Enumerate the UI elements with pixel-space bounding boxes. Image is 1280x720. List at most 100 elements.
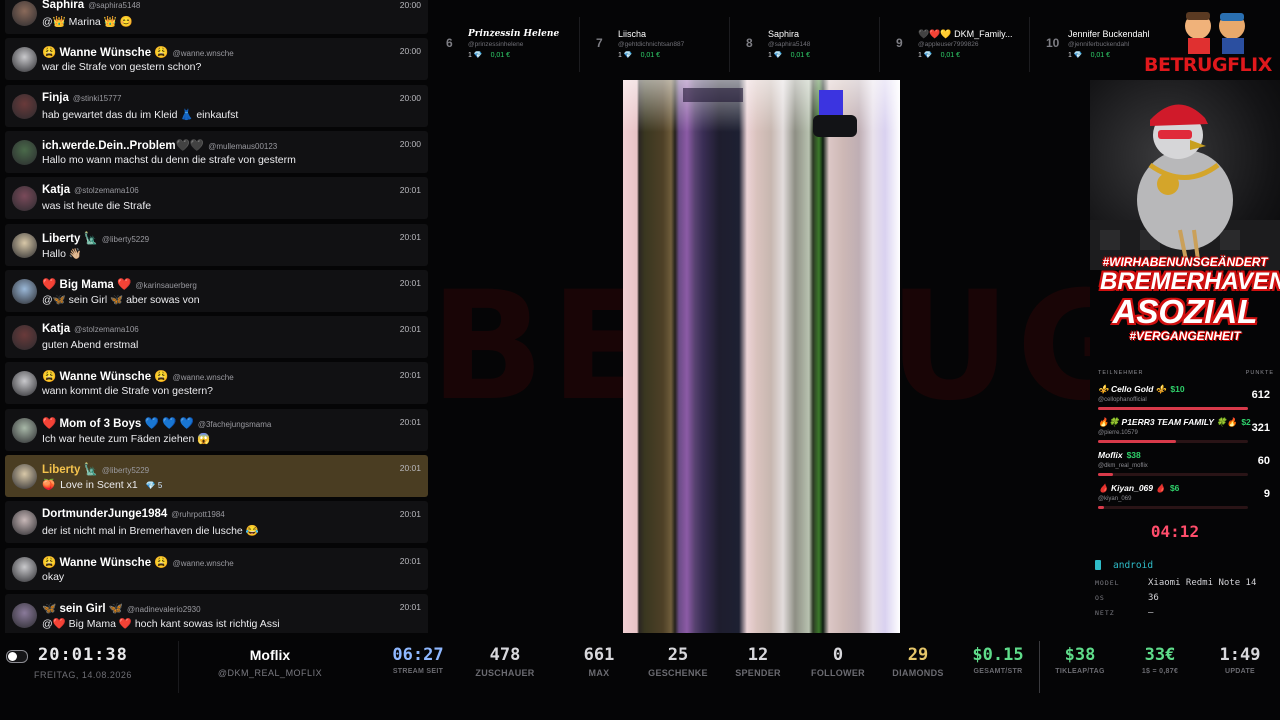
avatar xyxy=(12,464,37,489)
chat-timestamp: 20:01 xyxy=(399,509,421,520)
chat-text: war die Strafe von gestern schon? xyxy=(42,61,201,73)
stat-value: 12 xyxy=(747,645,769,665)
chat-text-body: Hallo mo wann machst du denn die strafe … xyxy=(42,153,296,166)
chat-text-body: was ist heute die Strafe xyxy=(42,200,152,213)
participant-usd: $38 xyxy=(1126,450,1141,460)
chat-message: Saphira @saphira5148 20:00 @👑 Marina 👑 😊 xyxy=(5,0,428,34)
chat-username: Katja @stolzemama106 xyxy=(42,323,139,335)
chat-text-body: okay xyxy=(42,570,65,583)
leaderboard-name: Jennifer Buckendahl xyxy=(1068,29,1150,39)
avatar xyxy=(12,139,37,165)
leaderboard-value: 1 💎 0,01 € xyxy=(1068,51,1110,59)
stat-label: GESAMT/STR xyxy=(973,668,1023,675)
participant-handle: @pierre.10579 xyxy=(1098,430,1138,436)
chat-username: DortmunderJunge1984 @ruhrpott1984 xyxy=(42,508,225,520)
participant-handle: @cellophanofficial xyxy=(1098,397,1147,403)
stream-video[interactable] xyxy=(623,80,900,633)
gift-amount: 0,01 € xyxy=(1090,52,1111,59)
leaderboard-entry: 9 🖤❤️💛 DKM_Family... @appleuser7999826 1 💎 0… xyxy=(886,17,1031,72)
video-glitch-block xyxy=(813,115,857,137)
chat-timestamp: 20:01 xyxy=(399,416,421,427)
chat-handle: @ruhrpott1984 xyxy=(171,510,225,520)
stat-label: GESCHENKE xyxy=(648,668,708,678)
participants-header: TEILNEHMER xyxy=(1098,370,1144,376)
chat-text-body: Love in Scent x1 xyxy=(60,479,138,491)
diamond-count: 1 💎 xyxy=(1068,52,1083,59)
participant-name: 🩸 Kiyan_069 🩸 $6 xyxy=(1098,483,1179,494)
chat-timestamp: 20:00 xyxy=(399,138,421,149)
participant-progress-bar xyxy=(1098,440,1248,443)
chat-handle: @wanne.wnsche xyxy=(172,49,234,59)
stat-value: 478 xyxy=(489,645,521,665)
leaderboard-handle: @gehtdichnichtsan887 xyxy=(618,41,685,48)
clock: 20:01:38 xyxy=(38,645,128,665)
toggle-knob xyxy=(8,652,17,661)
stat-tikleap-tag: $38 TIKLEAP/TAG xyxy=(1040,645,1120,675)
diamond-count: 1 💎 xyxy=(918,52,933,59)
chat-handle: @liberty5229 xyxy=(101,234,150,244)
chat-text: hab gewartet das du im Kleid 👗 einkaufst xyxy=(42,108,238,121)
promo-headline: ASOZIAL xyxy=(1112,293,1258,330)
participant-row: ⚜️ Cello Gold ⚜️ $10 @cellophanofficial 612 xyxy=(1098,384,1276,416)
stat-value: $0.15 xyxy=(972,645,1024,665)
stat-label: STREAM SEIT xyxy=(392,668,444,675)
diamond-count: 1 💎 xyxy=(468,52,483,59)
stats-bar: 20:01:38 FREITAG, 14.08.2026 Moflix @DKM… xyxy=(0,637,1280,720)
avatar xyxy=(12,510,37,536)
brand-logo-area: BETRUGFLIX xyxy=(1140,4,1280,80)
divider xyxy=(729,17,730,72)
chat-text-body: @❤️ Big Mama ❤️ hoch kant sowas ist rich… xyxy=(42,617,280,630)
chat-message: ❤️ Big Mama ❤️ @karinsauerberg 20:01 @🦋 sei… xyxy=(5,269,428,312)
participant-row: Moflix $38 @dkm_real_moflix 60 xyxy=(1098,450,1276,482)
chat-handle: @3fachejungsmama xyxy=(197,419,272,429)
avatar xyxy=(12,1,37,26)
chat-timestamp: 20:01 xyxy=(399,324,421,335)
avatar xyxy=(12,325,37,351)
chat-text-body: der ist nicht mal in Bremerhaven die lus… xyxy=(42,525,259,538)
chat-username-text: Katja xyxy=(42,323,71,336)
stat-label: SPENDER xyxy=(735,668,781,678)
toggle-switch[interactable] xyxy=(6,650,28,663)
chat-username: ich.werde.Dein..Problem🖤🖤 @mullemaus00123 xyxy=(42,138,277,152)
avatar xyxy=(12,93,37,119)
chat-text: Ich war heute zum Fäden ziehen 😱 xyxy=(42,432,210,445)
participant-points: 60 xyxy=(1257,455,1270,467)
participant-row: 🩸 Kiyan_069 🩸 $6 @kiyan_069 9 xyxy=(1098,483,1276,515)
leaderboard-handle: @saphira5148 xyxy=(768,41,811,48)
device-platform: android xyxy=(1113,560,1154,571)
leaderboard-value: 1 💎 0,01 € xyxy=(468,51,510,59)
diamond-count: 1 💎 xyxy=(618,52,633,59)
gift-amount: 0,01 € xyxy=(490,52,511,59)
chat-message: ❤️ Mom of 3 Boys 💙 💙 💙 @3fachejungsmama 20… xyxy=(5,408,428,451)
promo-image xyxy=(1090,80,1280,270)
chat-message: 😩 Wanne Wünsche 😩 @wanne.wnsche 20:01 wann … xyxy=(5,362,428,405)
stat-label: FOLLOWER xyxy=(811,668,865,678)
leaderboard-name: Saphira xyxy=(768,29,800,39)
chat-handle: @mullemaus00123 xyxy=(208,141,278,151)
chat-timestamp: 20:01 xyxy=(399,277,421,288)
phone-icon xyxy=(1095,560,1101,570)
participant-progress-bar xyxy=(1098,407,1248,410)
avatar xyxy=(12,556,37,582)
participant-progress-fill xyxy=(1098,440,1176,443)
device-os: 36 xyxy=(1148,593,1159,603)
chat-message: 😩 Wanne Wünsche 😩 @wanne.wnsche 20:01 okay xyxy=(5,547,428,590)
stat-value: $38 xyxy=(1064,645,1096,665)
chat-username: ❤️ Mom of 3 Boys 💙 💙 💙 @3fachejungsmama xyxy=(42,416,271,430)
chat-handle: @nadinevalerio2930 xyxy=(127,604,201,614)
chat-username: 😩 Wanne Wünsche 😩 @wanne.wnsche xyxy=(42,555,234,569)
device-net: — xyxy=(1148,608,1154,618)
promo-headline: BREMERHAVEN xyxy=(1100,268,1280,295)
participant-points: 321 xyxy=(1251,422,1270,434)
chat-username-text: Liberty 🗽 xyxy=(42,464,98,476)
stat-value: 06:27 xyxy=(392,645,444,665)
chat-handle: @stolzemama106 xyxy=(74,325,139,335)
stat-value: 29 xyxy=(907,645,929,665)
avatar xyxy=(12,278,37,304)
divider xyxy=(579,17,580,72)
leaderboard-value: 1 💎 0,01 € xyxy=(768,51,810,59)
stat-value: 25 xyxy=(667,645,689,665)
avatar xyxy=(12,602,37,628)
chat-username: ❤️ Big Mama ❤️ @karinsauerberg xyxy=(42,277,197,291)
participant-progress-fill xyxy=(1098,506,1104,509)
